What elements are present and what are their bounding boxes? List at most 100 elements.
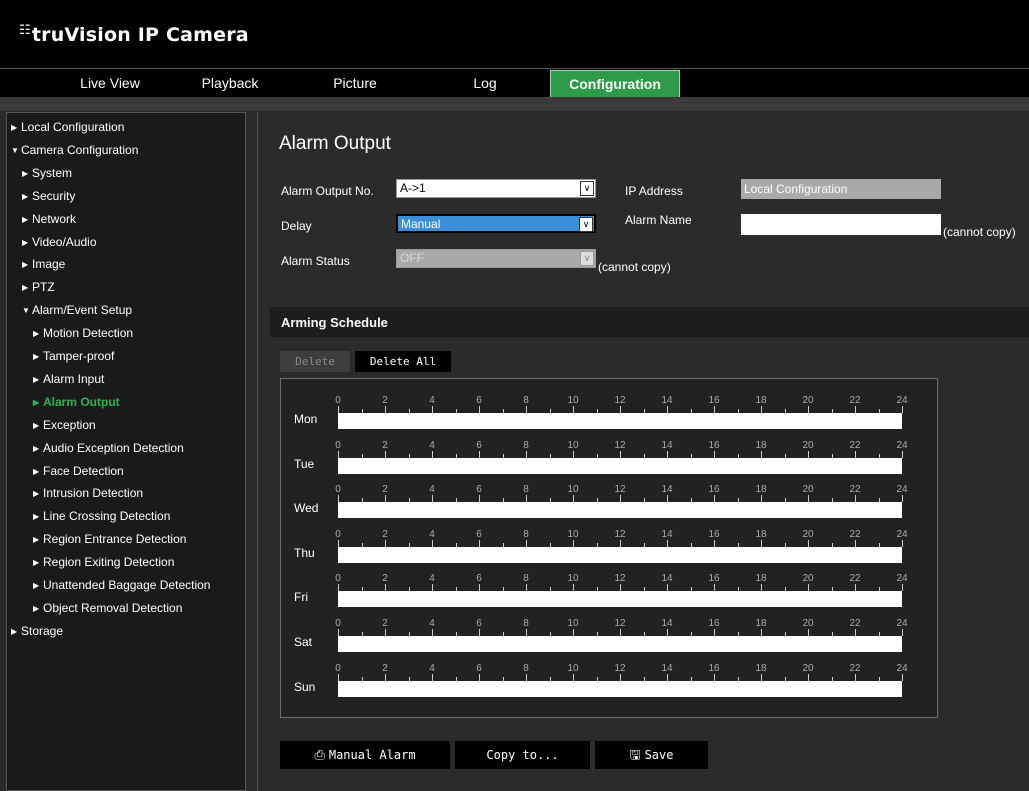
alarm-output-no-select[interactable]: A->1 ∨ [396, 179, 596, 198]
day-label: Mon [294, 412, 318, 426]
schedule-bar-thu[interactable] [338, 546, 902, 563]
delay-select[interactable]: Manual ∨ [396, 214, 596, 233]
hour-tick-mark [714, 584, 715, 592]
sidebar-item-alarm-output[interactable]: ▶ Alarm Output [33, 395, 120, 409]
sidebar-item-ptz[interactable]: ▶ PTZ [22, 280, 55, 294]
sidebar-item-intrusion-detection[interactable]: ▶ Intrusion Detection [33, 486, 143, 500]
sidebar-item-alarm-input[interactable]: ▶ Alarm Input [33, 372, 104, 386]
hour-tick-label: 0 [335, 484, 341, 496]
tab-configuration[interactable]: Configuration [550, 70, 680, 97]
save-button[interactable]: 🖫 Save [595, 741, 708, 769]
hour-tick-label: 22 [849, 662, 861, 674]
sidebar-item-region-entrance-detection[interactable]: ▶ Region Entrance Detection [33, 532, 186, 546]
sidebar-item-audio-exception-detection[interactable]: ▶ Audio Exception Detection [33, 441, 184, 455]
hour-tick-mark [526, 584, 527, 592]
tab-picture[interactable]: Picture [310, 70, 400, 97]
nav-divider [0, 97, 1029, 111]
sidebar-item-motion-detection[interactable]: ▶ Motion Detection [33, 326, 133, 340]
alarm-status-select[interactable]: OFF ∨ [396, 249, 596, 268]
hour-tick-mark [902, 495, 903, 503]
hour-ruler: 0 2 4 6 8 10 12 14 16 18 20 22 24 [335, 395, 908, 413]
sidebar-item-face-detection[interactable]: ▶ Face Detection [33, 464, 124, 478]
sidebar-item-alarm-event-setup[interactable]: ▼ Alarm/Event Setup [22, 303, 132, 317]
alarm-name-input[interactable] [741, 214, 941, 235]
caret-right-icon: ▶ [33, 512, 40, 522]
delay-label: Delay [281, 219, 312, 233]
network-icon: ☷ [19, 23, 31, 38]
tab-live-view[interactable]: Live View [65, 70, 155, 97]
hour-tick-mark [855, 450, 856, 458]
hour-tick-label: 4 [429, 439, 435, 451]
schedule-bar-sun[interactable] [338, 680, 902, 697]
day-label: Tue [294, 456, 315, 471]
hour-tick-mark [620, 406, 621, 413]
hour-tick-mark [902, 450, 903, 458]
hour-ruler: 0 2 4 6 8 10 12 14 16 18 20 22 24 [335, 662, 908, 681]
sidebar-item-video-audio[interactable]: ▶ Video/Audio [22, 235, 97, 249]
hour-tick-mark [526, 629, 527, 636]
sidebar-item-line-crossing-detection[interactable]: ▶ Line Crossing Detection [33, 509, 170, 523]
schedule-bar-sat[interactable] [338, 636, 902, 652]
hour-tick-label: 4 [429, 395, 435, 406]
sidebar-item-tamper-proof[interactable]: ▶ Tamper-proof [33, 349, 114, 363]
delete-all-button[interactable]: Delete All [355, 351, 451, 372]
hour-tick-label: 8 [523, 484, 529, 496]
copy-to-button[interactable]: Copy to... [455, 741, 590, 769]
sidebar-item-object-removal-detection[interactable]: ▶ Object Removal Detection [33, 601, 182, 615]
hour-tick-label: 4 [429, 618, 435, 629]
hour-tick-label: 20 [802, 528, 814, 540]
hour-tick-mark [338, 584, 339, 592]
caret-right-icon: ▶ [33, 581, 40, 590]
sidebar-item-camera-configuration[interactable]: ▼ Camera Configuration [11, 143, 138, 157]
manual-alarm-button[interactable]: ⎙ Manual Alarm [280, 741, 450, 769]
hour-tick-mark [855, 539, 856, 547]
hour-ruler: 0 2 4 6 8 10 12 14 16 18 20 22 24 [335, 528, 908, 547]
sidebar-item-label: PTZ [32, 280, 55, 295]
app-header: ☷truVision IP Camera [0, 0, 1029, 68]
hour-tick-label: 10 [567, 662, 579, 674]
sidebar-item-local-configuration[interactable]: ▶ Local Configuration [11, 120, 124, 134]
sidebar-item-system[interactable]: ▶ System [22, 166, 72, 180]
sidebar-item-storage[interactable]: ▶ Storage [11, 624, 63, 638]
schedule-bar-tue[interactable] [338, 457, 902, 474]
chevron-down-icon: ∨ [580, 181, 594, 196]
caret-right-icon: ▶ [11, 123, 18, 132]
hour-tick-mark [902, 629, 903, 636]
hour-tick-mark [385, 673, 386, 681]
sidebar-item-exception[interactable]: ▶ Exception [33, 418, 96, 432]
sidebar-item-label: Exception [43, 417, 96, 432]
alarm-output-no-label: Alarm Output No. [281, 184, 374, 198]
hour-tick-label: 22 [849, 484, 861, 496]
hour-tick-label: 4 [429, 528, 435, 540]
caret-right-icon: ▶ [22, 214, 29, 224]
tab-log[interactable]: Log [440, 70, 530, 97]
sidebar-item-network[interactable]: ▶ Network [22, 212, 76, 226]
tab-playback[interactable]: Playback [185, 70, 275, 97]
sidebar-item-region-exiting-detection[interactable]: ▶ Region Exiting Detection [33, 555, 174, 569]
hour-tick-mark [432, 629, 433, 636]
sidebar-item-unattended-baggage-detection[interactable]: ▶ Unattended Baggage Detection [33, 578, 210, 592]
hour-tick-mark [808, 495, 809, 503]
hour-tick-mark [573, 495, 574, 503]
hour-tick-label: 20 [802, 439, 814, 451]
schedule-bar-mon[interactable] [338, 413, 902, 429]
hour-tick-mark [855, 495, 856, 503]
sidebar-item-image[interactable]: ▶ Image [22, 257, 65, 271]
caret-right-icon: ▶ [33, 603, 40, 613]
hour-tick-mark [761, 584, 762, 592]
hour-tick-label: 2 [382, 395, 388, 406]
caret-right-icon: ▶ [33, 374, 40, 384]
schedule-bar-wed[interactable] [338, 502, 902, 519]
hour-tick-mark [338, 450, 339, 458]
delete-button[interactable]: Delete [280, 351, 350, 372]
hour-tick-mark [479, 539, 480, 547]
sidebar-item-label: Storage [21, 623, 64, 638]
hour-tick-mark [667, 539, 668, 547]
sidebar-item-security[interactable]: ▶ Security [22, 189, 75, 203]
schedule-bar-fri[interactable] [338, 591, 902, 608]
arming-schedule-title: Arming Schedule [281, 315, 388, 330]
hour-tick-mark [761, 539, 762, 547]
hour-tick-mark [432, 673, 433, 681]
hour-tick-mark [620, 629, 621, 636]
caret-right-icon: ▶ [33, 420, 40, 430]
